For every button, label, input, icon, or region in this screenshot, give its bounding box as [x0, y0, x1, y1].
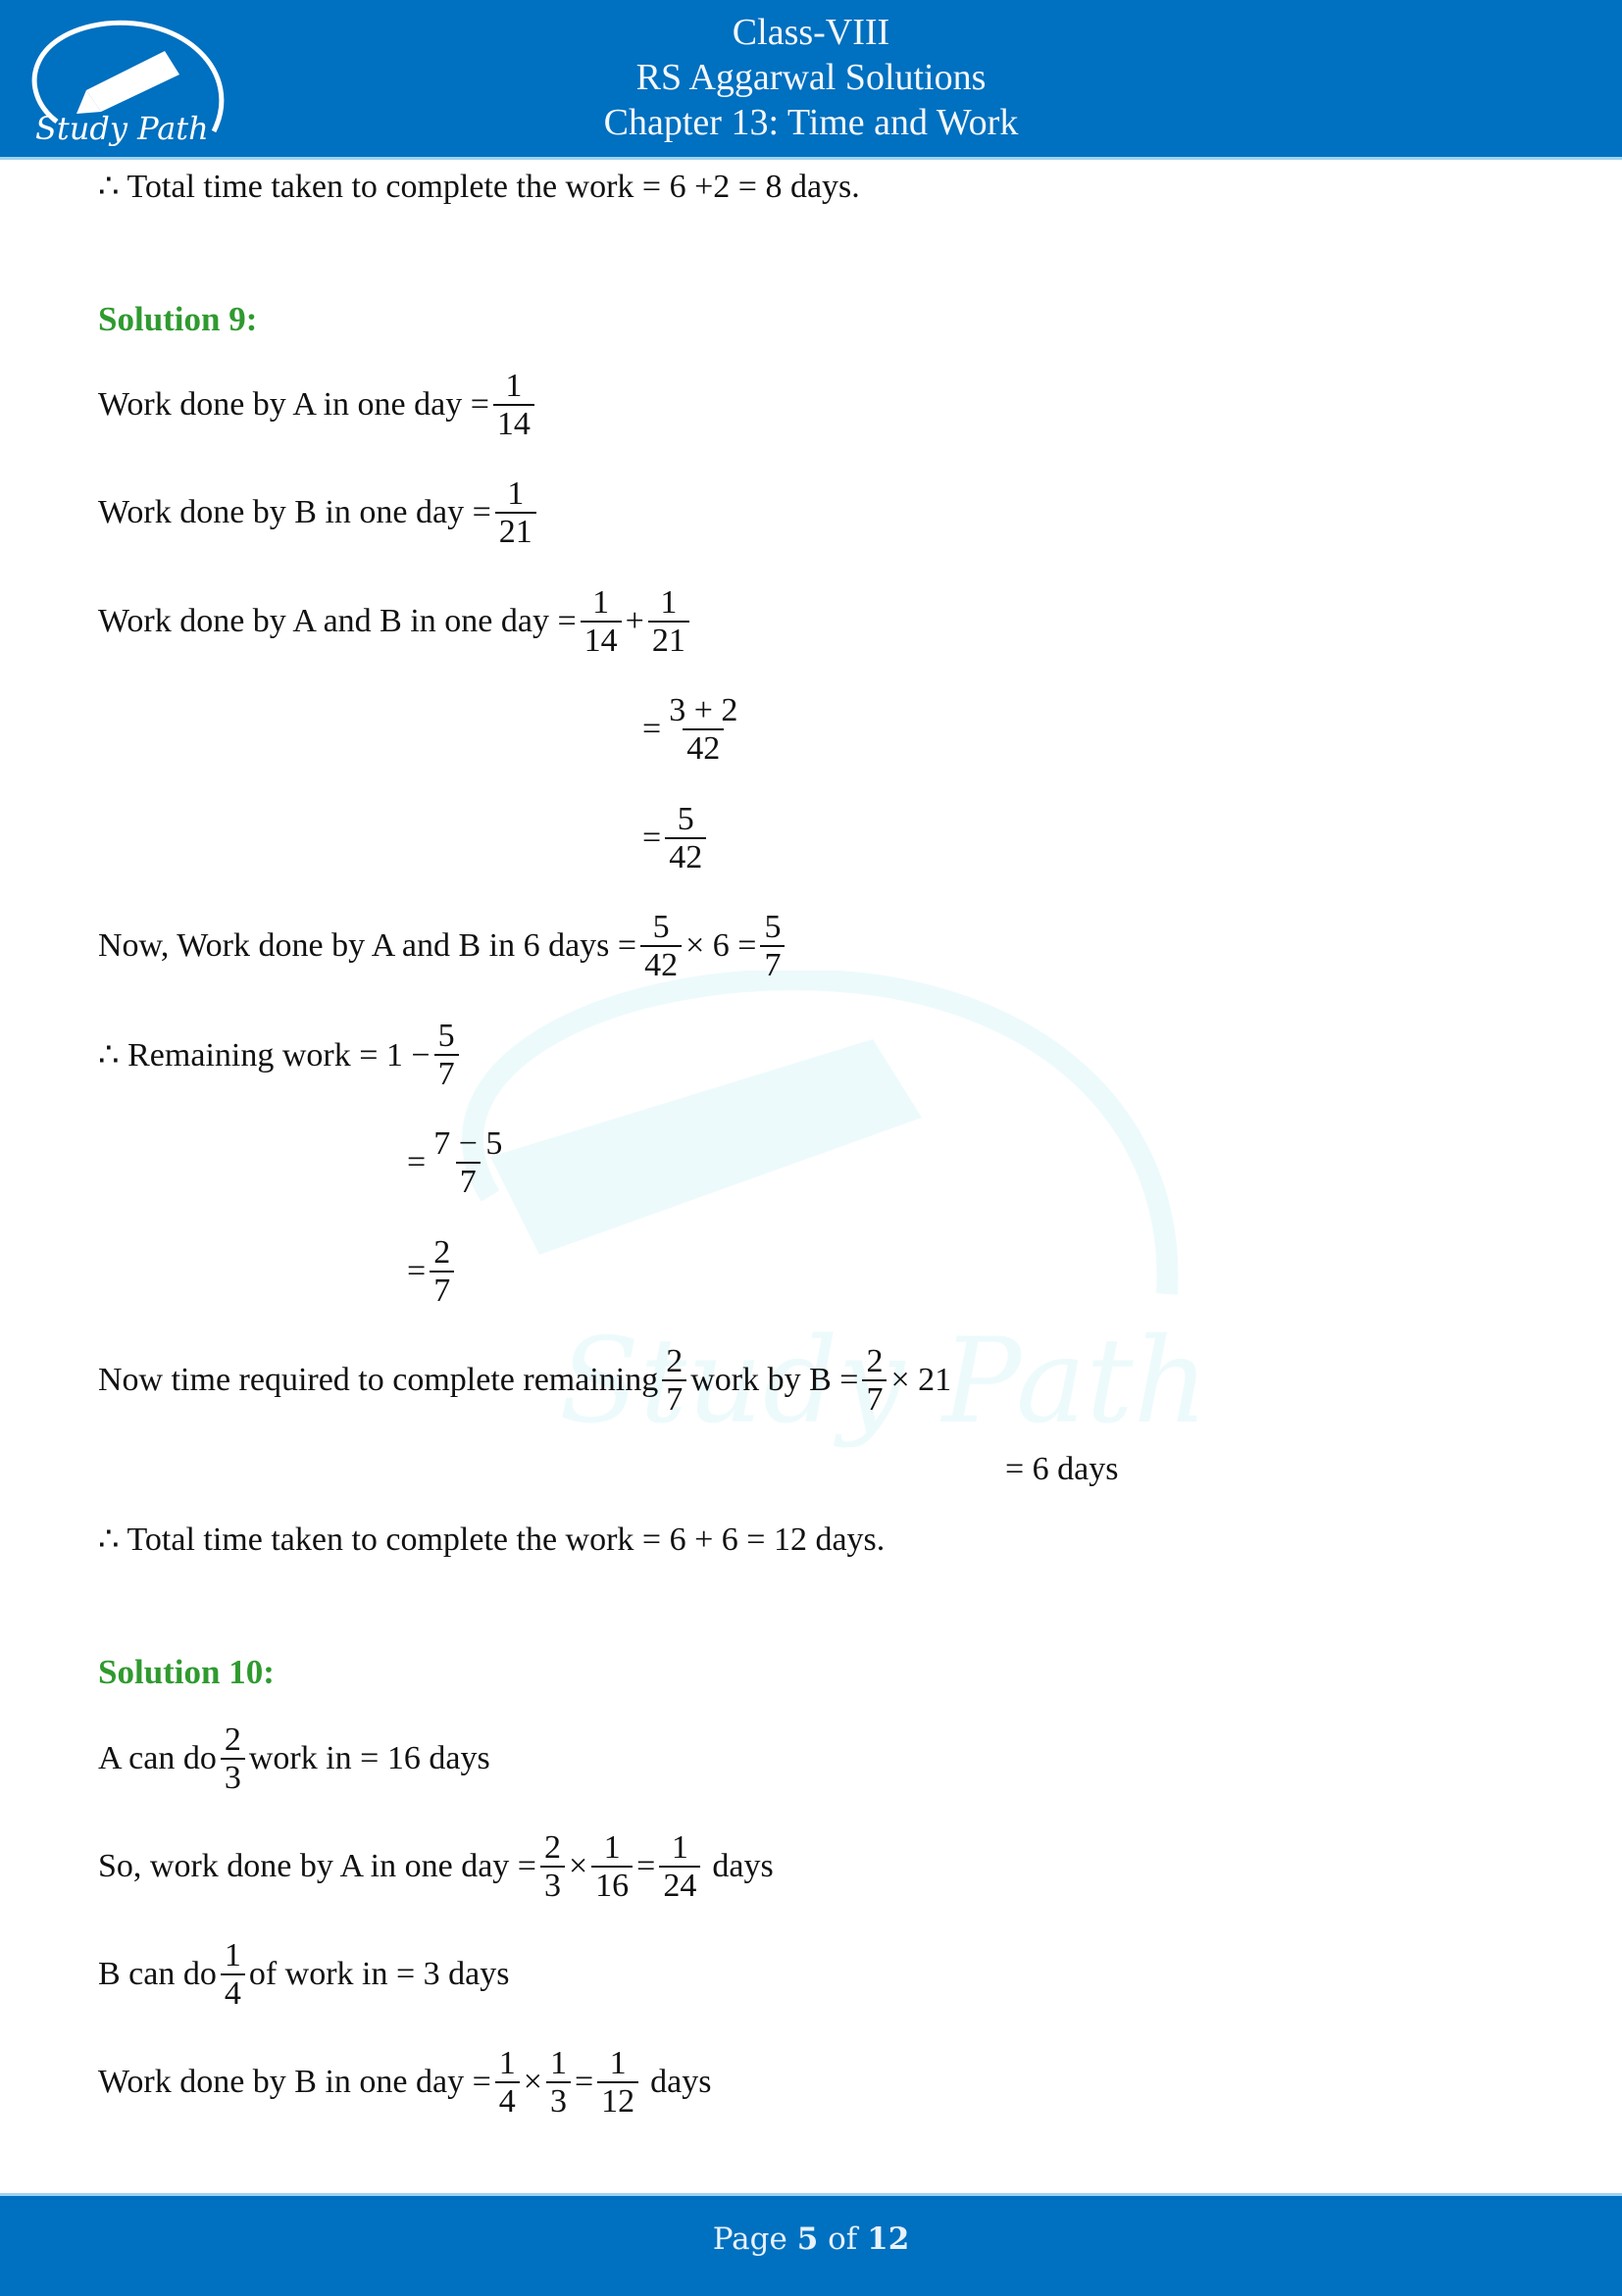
sol10-a-can: A can do 23 work in = 16 days — [98, 1722, 490, 1797]
fraction: 23 — [220, 1722, 245, 1797]
sol9-total: ∴ Total time taken to complete the work … — [98, 1522, 886, 1558]
current-page: 5 — [796, 2221, 819, 2257]
sol9-time-b: Now time required to complete remaining … — [98, 1343, 952, 1419]
sol9-remaining-work: ∴ Remaining work = 1 − 57 — [98, 1018, 463, 1093]
fraction: 1 24 — [659, 1829, 701, 1905]
sol10-b-one-day: Work done by B in one day = 14 × 13 = 11… — [98, 2045, 712, 2121]
fraction: 27 — [862, 1343, 887, 1419]
page-header: Study Path Class-VIII RS Aggarwal Soluti… — [0, 0, 1622, 160]
sol9-six-days: Now, Work done by A and B in 6 days = 54… — [98, 909, 788, 984]
fraction: 57 — [433, 1018, 459, 1093]
fraction: 27 — [430, 1234, 455, 1310]
fraction: 5 42 — [665, 801, 707, 876]
fraction: 1 21 — [494, 475, 536, 551]
fraction: 5 42 — [640, 909, 683, 984]
fraction: 1 21 — [647, 584, 689, 660]
fraction: 14 — [220, 1937, 245, 2013]
book-title: RS Aggarwal Solutions — [635, 57, 987, 98]
sol9-rem-step2: = 7 − 57 — [407, 1125, 510, 1201]
solution-9-heading: Solution 9: — [98, 300, 258, 338]
previous-total-line: ∴ Total time taken to complete the work … — [98, 169, 860, 205]
sol9-rem-step3: = 27 — [407, 1234, 458, 1310]
fraction: 7 − 57 — [433, 1125, 503, 1201]
sol9-ab-step3: = 5 42 — [642, 801, 710, 876]
sol9-ab-one-day: Work done by A and B in one day = 1 14 + … — [98, 584, 693, 660]
page-indicator: Page 5 of 12 — [712, 2221, 910, 2257]
total-pages: 12 — [867, 2221, 910, 2257]
fraction: 1 12 — [597, 2045, 639, 2121]
fraction: 1 16 — [591, 1829, 634, 1905]
fraction: 1 14 — [580, 584, 622, 660]
sol9-ab-step2: = 3 + 2 42 — [642, 692, 745, 768]
fraction: 23 — [539, 1829, 565, 1905]
fraction: 3 + 2 42 — [669, 692, 738, 768]
solution-10-heading: Solution 10: — [98, 1653, 275, 1691]
fraction: 14 — [494, 2045, 520, 2121]
sol9-time-b-result: = 6 days — [1005, 1451, 1119, 1487]
sol9-a-one-day: Work done by A in one day = 1 14 — [98, 368, 538, 443]
fraction: 57 — [760, 909, 786, 984]
chapter-title: Chapter 13: Time and Work — [603, 102, 1019, 143]
class-title: Class-VIII — [732, 12, 890, 53]
sol10-b-can: B can do 14 of work in = 3 days — [98, 1937, 510, 2013]
page-footer: Page 5 of 12 — [0, 2193, 1622, 2296]
fraction: 27 — [662, 1343, 687, 1419]
sol10-a-one-day: So, work done by A in one day = 23 × 1 16… — [98, 1829, 774, 1905]
fraction: 13 — [545, 2045, 571, 2121]
sol9-b-one-day: Work done by B in one day = 1 21 — [98, 475, 540, 551]
fraction: 1 14 — [492, 368, 534, 443]
